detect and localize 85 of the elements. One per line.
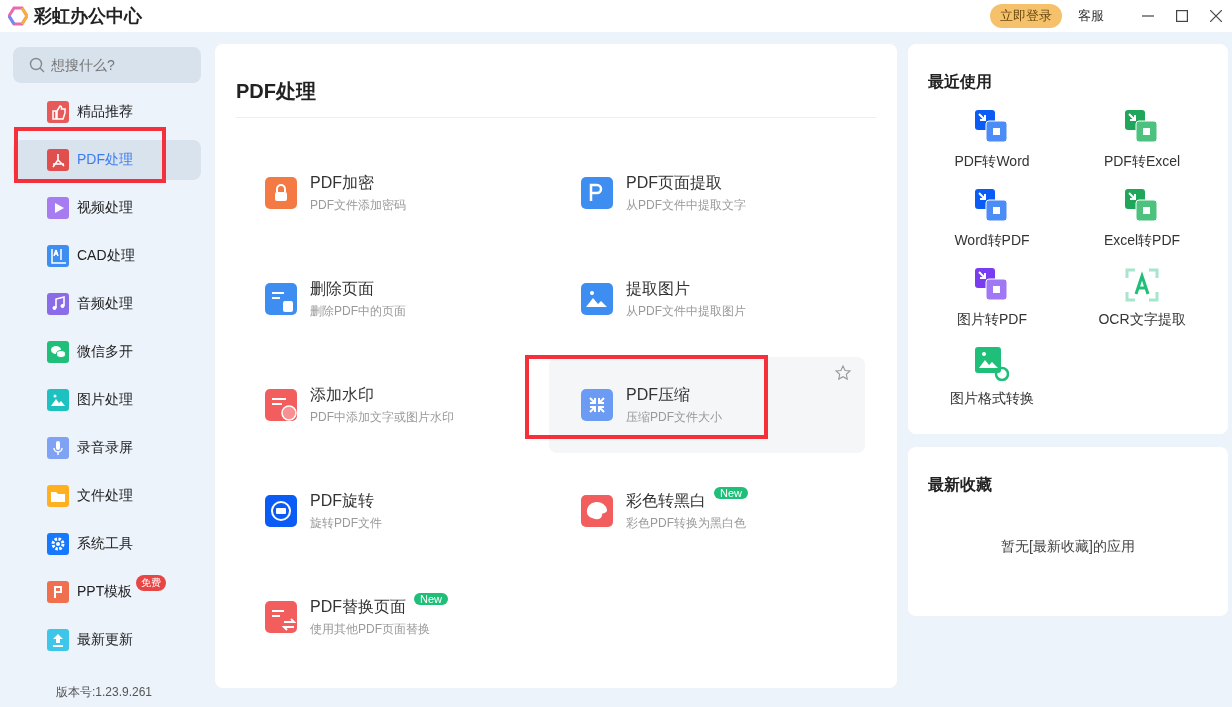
recent-app[interactable]: 图片格式转换 <box>917 347 1067 408</box>
pdf-icon <box>47 149 69 171</box>
tool-tile[interactable]: PDF页面提取 从PDF文件中提取文字 <box>549 145 865 241</box>
app-title: 彩虹办公中心 <box>34 5 143 28</box>
search-icon <box>29 57 45 73</box>
thumb-icon <box>47 101 69 123</box>
sidebar-item[interactable]: CAD处理 <box>13 236 201 276</box>
tool-tile[interactable]: 删除页面 删除PDF中的页面 <box>233 251 549 347</box>
file-convert-icon <box>1125 110 1159 144</box>
free-badge: 免费 <box>136 575 167 591</box>
gear-icon <box>47 533 69 555</box>
empty-message: 暂无[最新收藏]的应用 <box>1000 538 1136 556</box>
tool-description: 删除PDF中的页面 <box>310 302 406 320</box>
tool-tile[interactable]: PDF旋转 旋转PDF文件 <box>233 463 549 559</box>
compress-icon <box>581 389 613 421</box>
tool-tile[interactable]: 添加水印 PDF中添加文字或图片水印 <box>233 357 549 453</box>
tool-description: PDF文件添加密码 <box>310 196 406 214</box>
tool-title: PDF替换页面 <box>310 596 406 617</box>
recent-app[interactable]: PDF转Excel <box>1067 110 1217 171</box>
file-convert-icon <box>1125 189 1159 223</box>
new-badge: New <box>414 592 448 605</box>
image-icon <box>47 389 69 411</box>
music-icon <box>47 293 69 315</box>
file-convert-icon <box>975 189 1009 223</box>
video-icon <box>47 197 69 219</box>
folder-icon <box>47 485 69 507</box>
picture-icon <box>581 283 613 315</box>
chat-icon <box>47 341 69 363</box>
tool-title: PDF压缩 <box>626 384 690 405</box>
app-logo-icon <box>8 6 28 26</box>
sidebar-item[interactable]: 精品推荐 <box>13 92 201 132</box>
recent-app[interactable]: Excel转PDF <box>1067 189 1217 250</box>
tool-tile[interactable]: 提取图片 从PDF文件中提取图片 <box>549 251 865 347</box>
lock-icon <box>265 177 297 209</box>
tool-description: 从PDF文件中提取图片 <box>626 302 746 320</box>
file-convert-icon <box>975 268 1009 302</box>
sidebar-item[interactable]: 图片处理 <box>13 380 201 420</box>
close-icon[interactable] <box>1210 10 1222 22</box>
login-button[interactable]: 立即登录 <box>990 4 1062 28</box>
cad-icon <box>47 245 69 267</box>
tool-title: PDF旋转 <box>310 490 374 511</box>
recent-app[interactable]: Word转PDF <box>917 189 1067 250</box>
sidebar-item[interactable]: 音频处理 <box>13 284 201 324</box>
tool-description: PDF中添加文字或图片水印 <box>310 408 454 426</box>
sidebar-item[interactable]: 最新更新 <box>13 620 201 660</box>
sidebar-item[interactable]: 系统工具 <box>13 524 201 564</box>
ppt-icon <box>47 581 69 603</box>
sidebar-item[interactable]: 视频处理 <box>13 188 201 228</box>
tool-description: 使用其他PDF页面替换 <box>310 620 431 638</box>
tool-title: 添加水印 <box>310 384 374 405</box>
version-label: 版本号:1.23.9.261 <box>54 684 154 701</box>
text-scan-icon <box>1125 268 1159 302</box>
recent-app[interactable]: OCR文字提取 <box>1067 268 1217 329</box>
tool-description: 旋转PDF文件 <box>310 514 382 532</box>
file-convert-icon <box>975 110 1009 144</box>
section-title: PDF处理 <box>236 79 317 104</box>
tool-title: 删除页面 <box>310 278 374 299</box>
image-convert-icon <box>975 347 1009 381</box>
maximize-icon[interactable] <box>1176 10 1188 22</box>
replace-icon <box>265 601 297 633</box>
tool-description: 彩色PDF转换为黑白色 <box>626 514 747 532</box>
tool-tile[interactable]: PDF加密 PDF文件添加密码 <box>233 145 549 241</box>
tool-description: 压缩PDF文件大小 <box>626 408 722 426</box>
support-link[interactable]: 客服 <box>1078 7 1104 25</box>
upload-icon <box>47 629 69 651</box>
tool-tile[interactable]: PDF压缩 压缩PDF文件大小 <box>549 357 865 453</box>
sidebar-item[interactable]: PPT模板 免费 <box>13 572 201 612</box>
tool-title: PDF页面提取 <box>626 172 722 193</box>
mic-icon <box>47 437 69 459</box>
tool-tile[interactable]: 彩色转黑白 New 彩色PDF转换为黑白色 <box>549 463 865 559</box>
recent-app[interactable]: PDF转Word <box>917 110 1067 171</box>
recent-app[interactable]: 图片转PDF <box>917 268 1067 329</box>
tool-tile[interactable]: PDF替换页面 New 使用其他PDF页面替换 <box>233 569 549 665</box>
star-icon[interactable] <box>835 365 851 381</box>
tool-title: PDF加密 <box>310 172 374 193</box>
tool-title: 提取图片 <box>626 278 690 299</box>
sidebar-item[interactable]: 文件处理 <box>13 476 201 516</box>
search-field[interactable]: 想搜什么? <box>13 47 201 83</box>
sidebar-item[interactable]: 录音录屏 <box>13 428 201 468</box>
tool-title: 彩色转黑白 <box>626 490 706 511</box>
tool-description: 从PDF文件中提取文字 <box>626 196 746 214</box>
sidebar-item[interactable]: 微信多开 <box>13 332 201 372</box>
card-title: 最新收藏 <box>927 475 993 495</box>
card-title: 最近使用 <box>927 72 993 92</box>
new-badge: New <box>714 486 748 499</box>
